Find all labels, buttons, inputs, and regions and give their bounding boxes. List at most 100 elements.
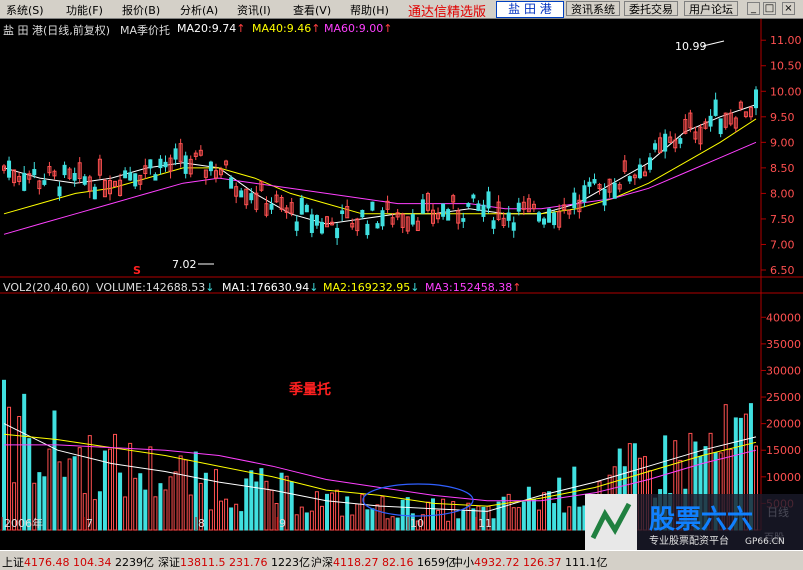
volume-bar (143, 489, 148, 531)
volume-bar (446, 520, 451, 531)
volume-bar (304, 512, 309, 531)
stock-chart[interactable]: 11.00 10.50 10.00 9.50 9.00 8.50 8.00 7.50 7.00 6… (0, 0, 803, 550)
volume-bar (375, 504, 380, 531)
volume-bar (118, 472, 123, 531)
volume-bar (385, 518, 390, 531)
candle-body (133, 173, 138, 187)
volume-bar (340, 515, 345, 531)
volume-bar (138, 473, 143, 531)
volume-bar (107, 448, 112, 531)
price-tick-label: 10.50 (770, 60, 802, 73)
candle-body (552, 212, 557, 226)
candle-body (516, 202, 521, 212)
candle-body (466, 203, 471, 207)
price-axis-ticks: 11.00 10.50 10.00 9.50 9.00 8.50 8.00 7.50 7.00 6… (761, 34, 802, 277)
volume-bar (542, 492, 547, 531)
price-tick-label: 7.00 (770, 238, 795, 251)
volume-bar (148, 446, 153, 531)
candle-body (708, 115, 713, 127)
volume-bar (345, 496, 350, 531)
volume-bar (461, 510, 466, 531)
volume-bar (552, 503, 557, 531)
volume-bar (42, 476, 47, 531)
candle-body (294, 221, 299, 231)
volume-bar (547, 491, 552, 531)
candle-body (547, 208, 552, 223)
volume-bar (577, 506, 582, 531)
volume-bar (501, 496, 506, 531)
candle-body (335, 227, 340, 239)
candle-body (360, 209, 365, 218)
candle-body (183, 155, 188, 174)
candle-body (491, 220, 496, 229)
volume-bar (557, 477, 562, 531)
hs-index-group[interactable]: 沪深4118.27 82.16 1659亿 (311, 554, 456, 570)
candle-body (7, 160, 12, 178)
volume-bar (572, 466, 577, 531)
volume-bar (224, 498, 229, 531)
volume-bar (299, 506, 304, 531)
sz-index-group[interactable]: 深证13811.5 231.76 1223亿 (158, 554, 310, 570)
volume-bar (451, 501, 456, 531)
volume-bar (97, 491, 102, 531)
volume-annotation: 季量托 (288, 381, 331, 398)
price-ma-line-ma60 (3, 141, 757, 235)
status-bar: 上证4176.48 104.34 2239亿 深证13811.5 231.76 … (0, 550, 803, 570)
candle-body (542, 218, 547, 225)
vol-tick-label: 20000 (766, 418, 801, 431)
candle-body (72, 173, 77, 181)
candle-body (62, 164, 67, 176)
volume-bar (123, 496, 128, 531)
sh-index-group[interactable]: 上证4176.48 104.34 2239亿 (2, 554, 154, 570)
volume-bar (229, 507, 234, 531)
candle-body (506, 212, 511, 221)
high-price-label: 10.99 (675, 40, 707, 53)
candle-body (612, 182, 617, 199)
candle-body (663, 133, 668, 152)
watermark-logo: 股票六六 专业股票配资平台 GP66.CN (585, 494, 803, 550)
volume-bar (335, 489, 340, 531)
candle-body (587, 181, 592, 187)
candle-body (380, 210, 385, 227)
volume-bar (259, 468, 264, 531)
vol-tick-label: 15000 (766, 444, 801, 457)
volume-bar (22, 393, 27, 531)
volume-bar (128, 442, 133, 531)
watermark-brand: 股票六六 (649, 505, 753, 535)
volume-bar (158, 483, 163, 531)
price-tick-label: 8.00 (770, 187, 795, 200)
low-price-label: 7.02 (172, 258, 197, 271)
volume-bar (219, 500, 224, 531)
volume-bar (380, 496, 385, 531)
candle-body (173, 148, 178, 160)
volume-bar (239, 511, 244, 531)
candle-body (678, 138, 683, 144)
volume-bar (314, 491, 319, 531)
volume-bar (511, 507, 516, 531)
candle-body (582, 185, 587, 203)
candle-body (653, 143, 658, 150)
zx-index-group[interactable]: 中小4932.72 126.37 111.1亿 (452, 554, 608, 570)
candle-body (148, 159, 153, 169)
candle-body (128, 172, 133, 181)
candle-body (163, 161, 168, 168)
candle-body (410, 214, 415, 225)
volume-bar (87, 435, 92, 531)
candle-body (239, 190, 244, 198)
volume-bar (390, 516, 395, 531)
candle-body (153, 174, 158, 181)
date-tick-label: 2006年 (4, 516, 43, 530)
price-tick-label: 6.50 (770, 264, 795, 277)
volume-bar (491, 518, 496, 531)
volume-bar (234, 503, 239, 531)
volume-bar (456, 518, 461, 531)
candle-body (42, 180, 47, 185)
candle-body (57, 186, 62, 197)
date-tick-label: 11 (478, 517, 492, 530)
volume-bar (269, 489, 274, 531)
candle-body (713, 99, 718, 116)
candle-body (314, 215, 319, 226)
volume-bar (213, 469, 218, 531)
date-tick-label: 7 (86, 517, 93, 530)
candle-body (299, 197, 304, 215)
